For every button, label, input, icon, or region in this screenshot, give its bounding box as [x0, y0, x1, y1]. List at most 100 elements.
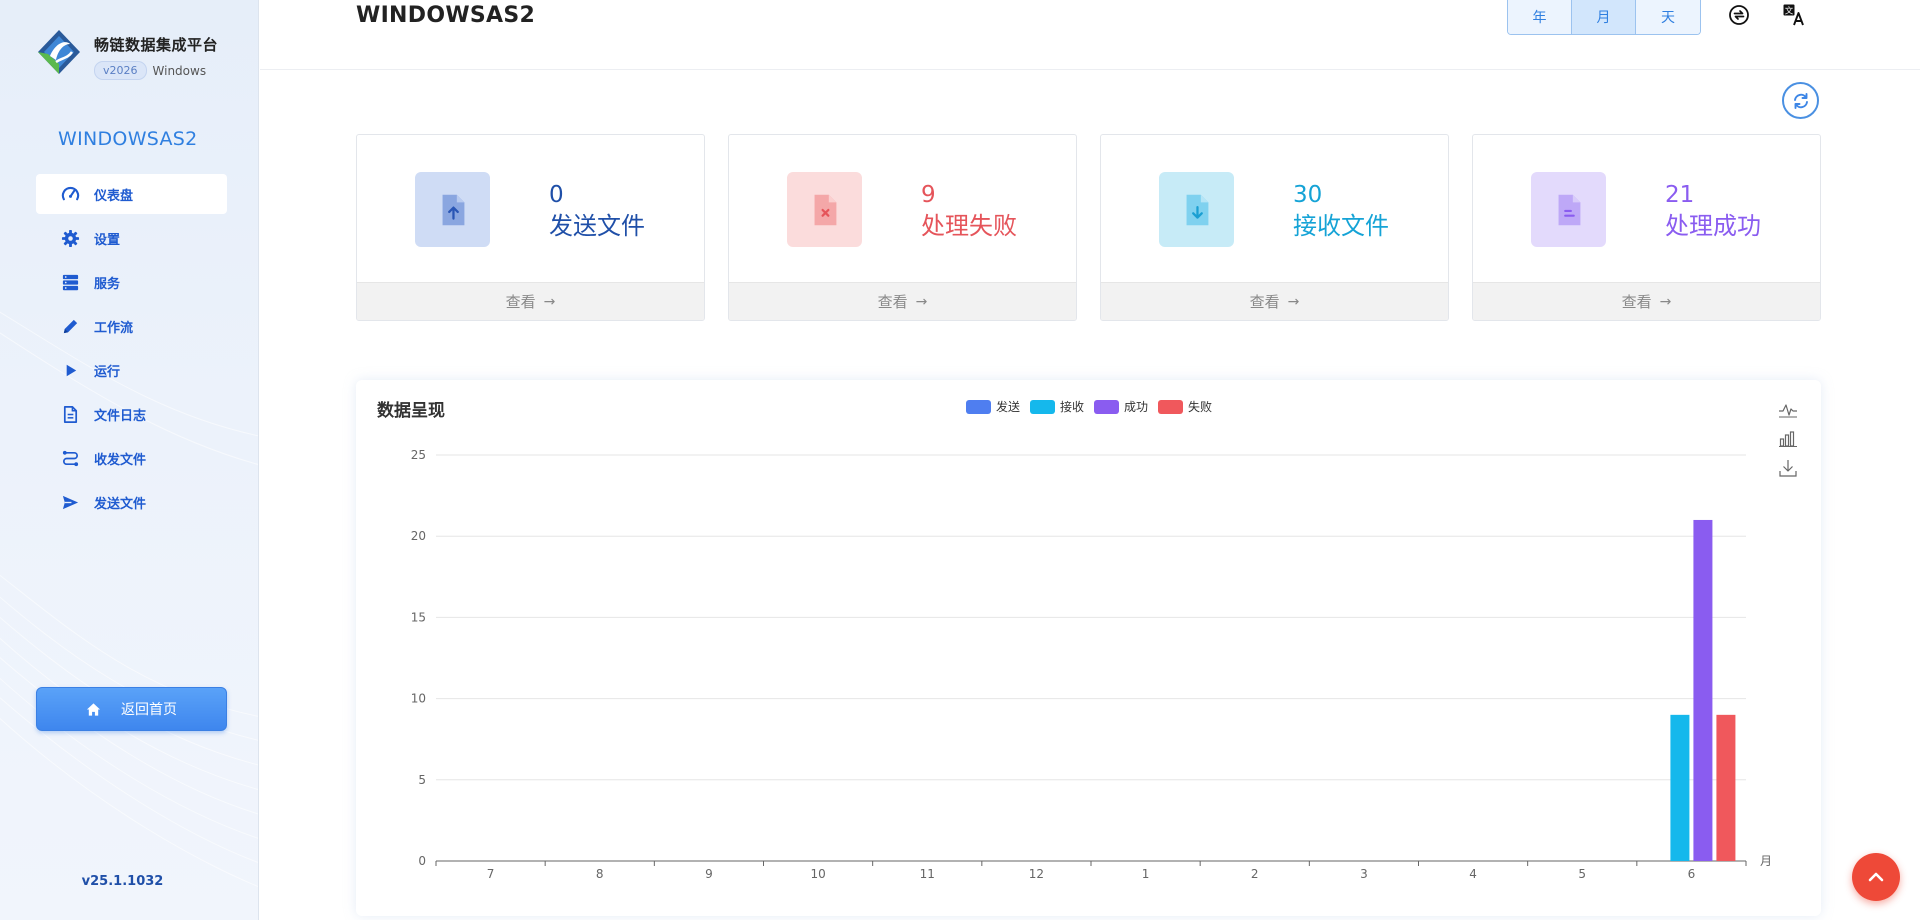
sidebar-title: WINDOWSAS2 [58, 128, 198, 150]
stat-card-failed: 9 处理失败 查看 → [728, 134, 1077, 321]
brand: 畅链数据集成平台 v2026 Windows [36, 28, 218, 80]
stat-value: 30 [1293, 182, 1323, 208]
dashboard-icon [60, 184, 80, 204]
sidebar-item-settings[interactable]: 设置 [36, 218, 227, 258]
sidebar-item-label: 文件日志 [94, 408, 147, 424]
stat-card-success: 21 处理成功 查看 → [1472, 134, 1821, 321]
y-tick-label: 25 [411, 448, 426, 462]
home-icon [86, 702, 101, 716]
play-icon [60, 360, 80, 380]
translate-icon[interactable]: 文 [1782, 3, 1806, 27]
legend-item-failed[interactable]: 失败 [1158, 398, 1212, 415]
sidebar-item-label: 运行 [94, 364, 121, 380]
server-icon [60, 272, 80, 292]
legend-item-received[interactable]: 接收 [1030, 398, 1084, 415]
download-icon[interactable] [1778, 458, 1798, 478]
stat-icon-box [1531, 172, 1606, 247]
version-badge: v2026 [94, 61, 147, 80]
x-tick-label: 1 [1142, 867, 1150, 881]
stat-label: 处理成功 [1665, 212, 1761, 240]
legend-swatch [966, 399, 991, 414]
y-tick-label: 0 [418, 854, 426, 868]
stat-value: 0 [549, 182, 564, 208]
brand-logo-icon [38, 30, 80, 74]
return-home-button[interactable]: 返回首页 [36, 687, 227, 731]
page-title: WINDOWSAS2 [356, 3, 536, 28]
sidebar-item-label: 服务 [94, 276, 121, 292]
svg-text:文: 文 [1785, 6, 1794, 17]
refresh-icon [1793, 92, 1808, 109]
view-link-label: 查看 [877, 293, 908, 311]
send-icon [60, 492, 80, 512]
gear-icon [60, 228, 80, 248]
y-tick-label: 10 [411, 692, 426, 706]
route-icon [60, 448, 80, 468]
legend-swatch [1094, 399, 1120, 414]
stat-icon-box [1159, 172, 1234, 247]
sidebar-nav: 仪表盘 设置 服务 工作流 运行 文件日志 收发文件 发送文件 [36, 174, 227, 526]
sidebar-item-services[interactable]: 服务 [36, 262, 227, 302]
pencil-icon [60, 316, 80, 336]
sidebar-item-workflow[interactable]: 工作流 [36, 306, 227, 346]
return-home-label: 返回首页 [121, 702, 177, 718]
bar-chart-icon[interactable] [1778, 429, 1798, 449]
view-sent-link[interactable]: 查看 → [357, 282, 704, 320]
app-version: v25.1.1032 [81, 874, 164, 889]
x-tick-label: 12 [1029, 867, 1044, 881]
x-tick-label: 2 [1251, 867, 1259, 881]
x-tick-label: 6 [1688, 867, 1696, 881]
refresh-button[interactable] [1782, 82, 1819, 119]
view-link-label: 查看 [1249, 293, 1280, 311]
back-to-top-button[interactable] [1852, 853, 1900, 901]
legend-label: 失败 [1188, 400, 1213, 414]
file-done-icon [1558, 194, 1580, 225]
legend-item-success[interactable]: 成功 [1094, 398, 1148, 415]
arrow-right-icon: → [1287, 293, 1300, 310]
sidebar-item-send-files[interactable]: 发送文件 [36, 482, 227, 522]
period-day-button[interactable]: 天 [1636, 0, 1700, 34]
stat-icon-box [415, 172, 490, 247]
arrow-right-icon: → [915, 293, 928, 310]
sidebar-item-label: 仪表盘 [94, 188, 134, 204]
file-error-icon [814, 194, 836, 225]
period-toggle: 年 月 天 [1507, 0, 1701, 35]
stat-card-sent: 0 发送文件 查看 → [356, 134, 705, 321]
bar-接收 [1670, 714, 1690, 861]
view-received-link[interactable]: 查看 → [1101, 282, 1448, 320]
period-month-button[interactable]: 月 [1572, 0, 1636, 34]
file-download-icon [1186, 194, 1208, 225]
period-year-button[interactable]: 年 [1508, 0, 1572, 34]
sidebar-item-label: 发送文件 [94, 496, 147, 512]
bar-失败 [1716, 714, 1736, 861]
view-success-link[interactable]: 查看 → [1473, 282, 1820, 320]
stat-label: 接收文件 [1293, 212, 1389, 240]
stat-icon-box [787, 172, 862, 247]
x-tick-label: 7 [487, 867, 495, 881]
legend-item-sent[interactable]: 发送 [966, 398, 1020, 415]
x-axis-label: 月 [1760, 854, 1772, 868]
x-tick-label: 10 [810, 867, 825, 881]
sidebar-item-file-log[interactable]: 文件日志 [36, 394, 227, 434]
x-tick-label: 11 [920, 867, 935, 881]
x-tick-label: 9 [705, 867, 713, 881]
exchange-icon[interactable] [1727, 3, 1751, 27]
view-failed-link[interactable]: 查看 → [729, 282, 1076, 320]
file-upload-icon [442, 194, 464, 225]
os-label: Windows [152, 63, 207, 78]
sidebar-item-run[interactable]: 运行 [36, 350, 227, 390]
chart-legend: 发送 接收 成功 失败 [966, 398, 1222, 415]
y-tick-label: 20 [411, 529, 426, 543]
bar-chart: 05101520257 8 9 10 11 12 1 2 3 4 5 6月 [411, 448, 1772, 881]
stat-card-received: 30 接收文件 查看 → [1100, 134, 1449, 321]
arrow-right-icon: → [543, 293, 556, 310]
chart-panel: 0 5 10 15 20 25 7 8 9 10 11 12 1 2 3 4 5 6 月 数据呈现 发送 接收 成功… [356, 380, 1821, 916]
line-chart-icon[interactable] [1778, 400, 1798, 420]
view-link-label: 查看 [1621, 293, 1652, 311]
legend-swatch [1158, 399, 1184, 414]
legend-label: 发送 [996, 400, 1021, 414]
sidebar-item-transfer-files[interactable]: 收发文件 [36, 438, 227, 478]
brand-name: 畅链数据集成平台 [94, 36, 219, 54]
bar-成功 [1693, 519, 1713, 861]
arrow-right-icon: → [1659, 293, 1672, 310]
sidebar-item-dashboard[interactable]: 仪表盘 [36, 174, 227, 214]
